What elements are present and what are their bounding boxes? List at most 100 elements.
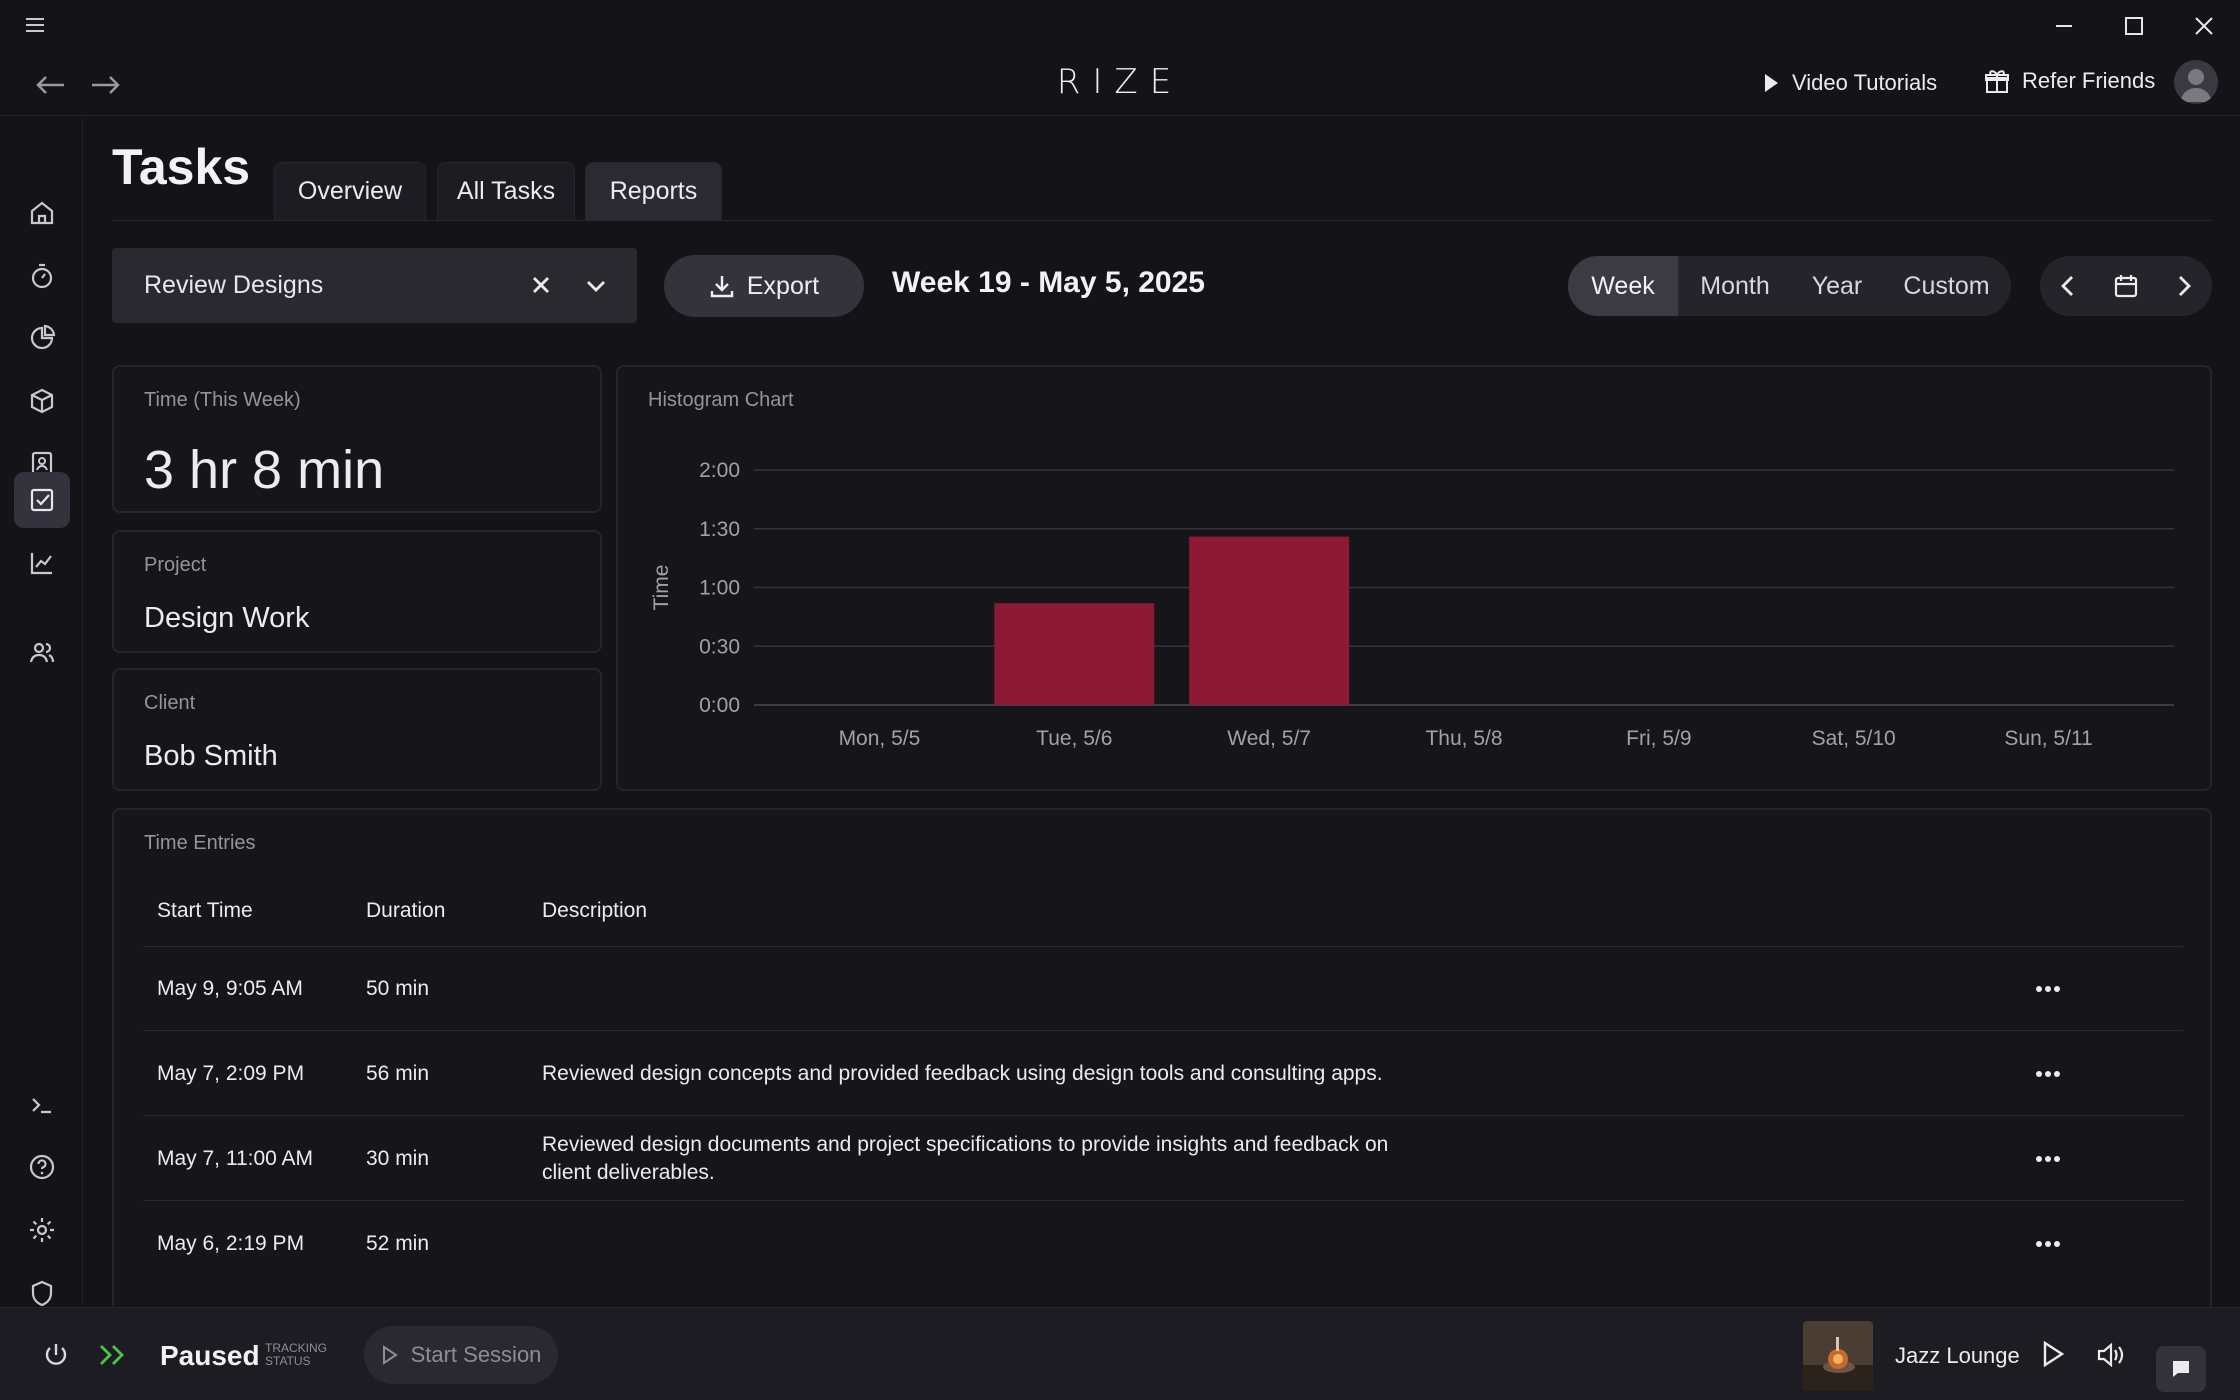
y-tick-label: 1:30 <box>699 518 740 541</box>
export-button[interactable]: Export <box>664 255 864 317</box>
sidebar <box>0 117 83 1307</box>
x-tick-label: Sun, 5/11 <box>2004 727 2092 750</box>
task-select[interactable]: Review Designs <box>112 248 637 323</box>
gift-icon <box>1984 68 2010 94</box>
week-label: Week 19 - May 5, 2025 <box>892 266 1205 299</box>
music-play-icon[interactable] <box>2040 1340 2066 1368</box>
back-arrow-icon[interactable] <box>34 72 66 98</box>
sidebar-item-terminal[interactable] <box>14 1077 70 1133</box>
table-row[interactable]: May 7, 2:09 PM 56 min Reviewed design co… <box>143 1031 2183 1116</box>
more-options-icon[interactable] <box>2035 1070 2061 1078</box>
x-tick-label: Wed, 5/7 <box>1227 727 1311 750</box>
tab-divider <box>112 220 2212 221</box>
shield-icon <box>28 1279 56 1307</box>
x-tick-label: Sat, 5/10 <box>1812 727 1896 750</box>
sidebar-item-tasks[interactable] <box>14 472 70 528</box>
chevron-down-icon[interactable] <box>584 275 608 297</box>
video-tutorials-label: Video Tutorials <box>1792 70 1938 95</box>
chevron-right-icon[interactable] <box>2173 273 2195 299</box>
forward-arrow-icon[interactable] <box>90 72 122 98</box>
volume-icon[interactable] <box>2096 1341 2126 1369</box>
y-axis-label: Time <box>650 565 673 611</box>
sidebar-item-reports[interactable] <box>14 310 70 366</box>
column-header-start-time[interactable]: Start Time <box>157 899 253 923</box>
pie-chart-icon <box>28 324 56 352</box>
project-label: Project <box>144 554 207 576</box>
fast-forward-icon[interactable] <box>98 1341 128 1369</box>
export-label: Export <box>746 271 820 300</box>
sidebar-item-help[interactable] <box>14 1139 70 1195</box>
play-outline-icon <box>381 1345 399 1365</box>
sidebar-item-team[interactable] <box>14 624 70 680</box>
chat-icon <box>2170 1358 2192 1380</box>
time-this-week-value: 3 hr 8 min <box>144 440 385 500</box>
row-duration: 30 min <box>366 1147 430 1170</box>
video-tutorials-link[interactable]: Video Tutorials <box>1762 70 1937 96</box>
home-icon <box>28 199 56 227</box>
histogram-bar <box>1189 536 1350 705</box>
x-tick-label: Tue, 5/6 <box>1036 727 1112 750</box>
range-year-button[interactable]: Year <box>1792 256 1882 316</box>
tasks-icon <box>28 486 56 514</box>
table-row[interactable]: May 7, 11:00 AM 30 min Reviewed design d… <box>143 1116 2183 1201</box>
sidebar-item-analytics[interactable] <box>14 535 70 591</box>
range-month-button[interactable]: Month <box>1678 256 1792 316</box>
y-tick-label: 0:00 <box>699 694 740 717</box>
more-options-icon[interactable] <box>2035 985 2061 993</box>
tab-overview[interactable]: Overview <box>274 162 426 220</box>
users-icon <box>28 638 56 666</box>
client-card: Client Bob Smith <box>112 668 602 791</box>
help-icon <box>28 1153 56 1181</box>
row-description: Reviewed design documents and project sp… <box>542 1133 1389 1184</box>
tab-reports[interactable]: Reports <box>585 162 722 220</box>
table-row[interactable]: May 9, 9:05 AM 50 min <box>143 947 2183 1031</box>
range-custom-button[interactable]: Custom <box>1882 256 2011 316</box>
histogram-bar <box>994 603 1155 705</box>
project-card: Project Design Work <box>112 530 602 653</box>
download-icon <box>709 273 735 299</box>
histogram-chart: 0:00 0:30 1:00 1:30 2:00 Time Mon, 5/5 Tue, 5/6… <box>650 459 2174 750</box>
client-value: Bob Smith <box>144 740 278 772</box>
chevron-left-icon[interactable] <box>2057 273 2079 299</box>
maximize-icon[interactable] <box>2122 14 2146 38</box>
sidebar-item-projects[interactable] <box>14 373 70 429</box>
range-week-button[interactable]: Week <box>1568 256 1678 316</box>
album-art <box>1803 1321 1873 1391</box>
row-start-time: May 9, 9:05 AM <box>157 977 303 1000</box>
more-options-icon[interactable] <box>2035 1240 2061 1248</box>
clear-icon[interactable] <box>530 274 552 296</box>
calendar-icon[interactable] <box>2113 273 2139 299</box>
y-tick-label: 2:00 <box>699 459 740 482</box>
sidebar-item-timer[interactable] <box>14 248 70 304</box>
tracking-status: Paused <box>160 1340 260 1371</box>
row-duration: 56 min <box>366 1062 430 1085</box>
date-navigation <box>2040 256 2212 316</box>
sidebar-item-home[interactable] <box>14 185 70 241</box>
time-entries-title: Time Entries <box>144 832 256 854</box>
time-this-week-label: Time (This Week) <box>144 389 301 411</box>
y-tick-label: 0:30 <box>699 635 740 658</box>
start-session-button[interactable]: Start Session <box>364 1326 558 1384</box>
task-select-value: Review Designs <box>144 271 324 299</box>
client-label: Client <box>144 692 196 714</box>
x-tick-label: Fri, 5/9 <box>1626 727 1691 750</box>
table-row[interactable]: May 6, 2:19 PM 52 min <box>143 1201 2183 1286</box>
hamburger-menu-icon[interactable] <box>24 14 46 36</box>
tab-all-tasks[interactable]: All Tasks <box>437 162 575 220</box>
more-options-icon[interactable] <box>2035 1155 2061 1163</box>
gear-icon <box>28 1216 56 1244</box>
minimize-icon[interactable] <box>2052 14 2076 38</box>
avatar[interactable] <box>2174 60 2218 104</box>
sidebar-item-settings[interactable] <box>14 1202 70 1258</box>
column-header-description[interactable]: Description <box>542 899 647 923</box>
column-header-duration[interactable]: Duration <box>366 899 445 923</box>
close-window-icon[interactable] <box>2192 14 2216 38</box>
box-icon <box>28 387 56 415</box>
row-duration: 50 min <box>366 977 430 1000</box>
tab-all-tasks-label: All Tasks <box>456 177 556 205</box>
line-chart-icon <box>28 549 56 577</box>
project-value: Design Work <box>144 602 310 634</box>
refer-friends-link[interactable]: Refer Friends <box>1984 68 2155 94</box>
power-icon[interactable] <box>42 1341 70 1369</box>
chat-button[interactable] <box>2156 1346 2206 1392</box>
